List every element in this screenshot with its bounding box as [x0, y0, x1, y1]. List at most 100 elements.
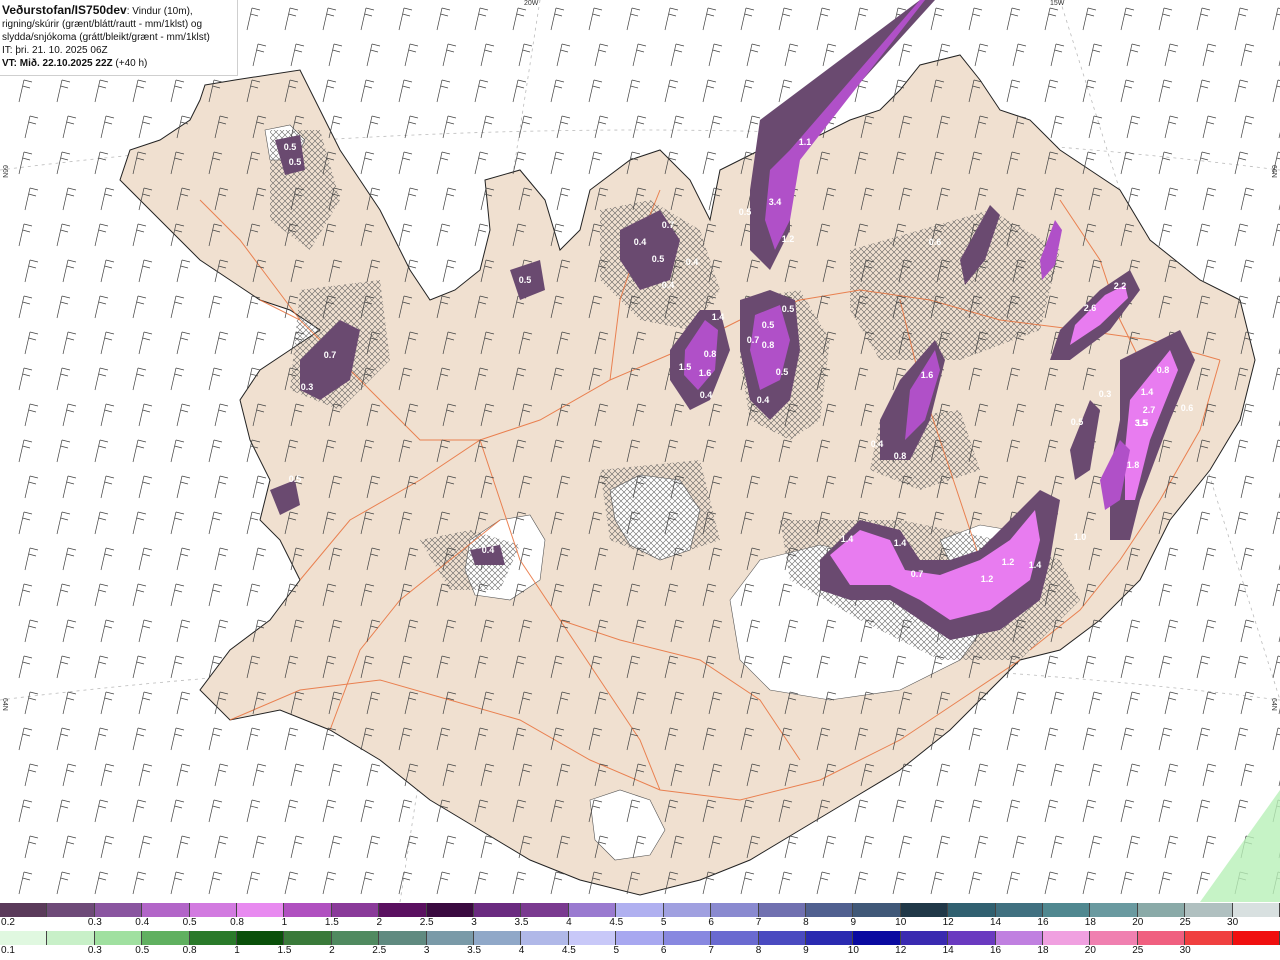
scale-swatch: [189, 903, 238, 917]
scale-swatch: [995, 931, 1043, 945]
precip-value-label: 0.8: [704, 349, 717, 359]
precip-value-label: 1.4: [1029, 560, 1042, 570]
scale-swatch: [900, 903, 949, 917]
scale-label: 7: [755, 917, 762, 928]
scale-swatch: [805, 903, 854, 917]
lon-20w-label: 20W: [524, 0, 539, 7]
scale-swatch: [1137, 903, 1186, 917]
issue-time: IT: þri. 21. 10. 2025 06Z: [2, 45, 108, 56]
scale-label: 5: [613, 945, 620, 956]
scale-label: 10: [895, 917, 907, 928]
scale-label: 25: [1179, 917, 1191, 928]
description-line-2: rigning/skúrir (grænt/blátt/rautt - mm/1…: [2, 19, 203, 30]
precip-value-label: 1.6: [921, 370, 934, 380]
scale-swatch: [663, 903, 712, 917]
scale-label: 6: [708, 917, 714, 928]
scale-label: 0.8: [230, 917, 244, 928]
precip-value-label: 0.5: [289, 157, 302, 167]
scale-swatch: [616, 931, 664, 945]
scale-label: 0.3: [87, 945, 102, 956]
weather-map: 0.5 0.5 0.5 0.4 0.7 0.4 0.5 0.4 0.3 0.7 1.1 3.4 1.2 0…: [0, 0, 1280, 902]
scale-label: 20: [1084, 945, 1096, 956]
scale-swatch: [426, 931, 475, 945]
precip-value-label: 1.4: [894, 538, 907, 548]
scale-swatch: [948, 903, 996, 917]
scale-label: 7: [708, 945, 714, 956]
scale-label: 1.5: [324, 917, 339, 928]
scale-label: 9: [850, 917, 857, 928]
scale-label: 10: [847, 945, 859, 956]
scale-label: 5: [660, 917, 667, 928]
scale-swatch: [1090, 931, 1138, 945]
precip-value-label: 2.2: [1114, 281, 1127, 291]
scale-swatch: [379, 931, 427, 945]
precip-value-label: 1.6: [699, 368, 712, 378]
scale-label: 18: [1084, 917, 1096, 928]
description-line-3: slydda/snjókoma (grátt/bleikt/grænt - mm…: [2, 32, 210, 43]
scale-label: 2: [329, 945, 335, 956]
precip-value-label: 3.4: [769, 197, 782, 207]
rain-color-scale: 0.1 0.3 0.5 0.8 1 1.5 2 2.5 3 3.5 4 4.5 5 6 7 8 9 10 12 14 1…: [0, 931, 1280, 956]
scale-swatch: [284, 903, 332, 917]
precip-value-label: 0.4: [662, 280, 675, 290]
scale-label: 14: [942, 945, 954, 956]
lat-64n-left-label: 64N: [1, 698, 8, 711]
scale-swatch: [995, 903, 1043, 917]
precip-value-label: 0.4: [686, 257, 699, 267]
scale-swatch: [853, 931, 901, 945]
precip-value-label: 0.5: [762, 320, 775, 330]
precip-value-label: 0.5: [1071, 417, 1084, 427]
scale-swatch: [711, 903, 759, 917]
precip-value-label: 0.6: [929, 237, 942, 247]
precip-value-label: 0.3: [1099, 389, 1112, 399]
scale-swatch: [568, 931, 617, 945]
precip-value-label: 0.5: [652, 254, 665, 264]
precip-value-label: 1.1: [799, 137, 812, 147]
snow-scale-labels: 0.2 0.3 0.4 0.5 0.8 1 1.5 2 2.5 3 3.5 4 4.5 5 6 7 8 9 10 12…: [0, 917, 1280, 931]
scale-label: 1: [281, 917, 288, 928]
precip-value-label: 1.4: [712, 312, 725, 322]
scale-swatch: [900, 931, 949, 945]
precip-value-label: 0.5: [519, 275, 532, 285]
precip-value-label: 1.2: [782, 234, 795, 244]
scale-label: 0.1: [1, 945, 15, 956]
scale-swatch: [568, 903, 617, 917]
scale-swatch: [758, 931, 806, 945]
scale-swatch: [474, 903, 522, 917]
precip-value-label: 3.5: [1135, 418, 1148, 428]
description-line-1: : Vindur (10m),: [126, 6, 193, 17]
brand-title: Veðurstofan/IS750dev: [2, 3, 127, 17]
precip-value-label: 0.4: [871, 439, 884, 449]
valid-time: VT: Mið. 22.10.2025 22Z: [2, 58, 113, 69]
lat-66n-left-label: 66N: [1, 165, 8, 178]
scale-label: 6: [660, 945, 667, 956]
scale-label: 4: [518, 945, 525, 956]
snow-color-scale: 0.2 0.3 0.4 0.5 0.8 1 1.5 2 2.5 3 3.5 4 4.5 5 6 7 8 9 10 12…: [0, 903, 1280, 928]
precip-value-label: 0.5: [739, 207, 752, 217]
precip-value-label: 1.8: [1127, 460, 1140, 470]
precip-value-label: 1.2: [981, 574, 994, 584]
scale-swatch: [1090, 903, 1138, 917]
scale-swatch: [0, 931, 48, 945]
scale-label: 16: [1037, 917, 1049, 928]
precip-value-label: 2.7: [1143, 405, 1156, 415]
scale-label: 0.4: [135, 917, 150, 928]
scale-label: 0.5: [182, 917, 197, 928]
scale-swatch: [1232, 903, 1280, 917]
scale-swatch: [142, 903, 190, 917]
precip-value-label: 0.7: [662, 220, 675, 230]
scale-label: 12: [895, 945, 907, 956]
scale-label: 0.5: [135, 945, 150, 956]
lon-15w-label: 15W: [1050, 0, 1065, 7]
scale-swatch: [331, 903, 380, 917]
scale-label: 0.2: [1, 917, 15, 928]
precip-value-label: 0.4: [482, 545, 495, 555]
scale-label: 3: [423, 945, 430, 956]
scale-label: 1: [234, 945, 240, 956]
scale-swatch: [853, 903, 901, 917]
scale-swatch: [284, 931, 332, 945]
scale-swatch: [1137, 931, 1186, 945]
scale-swatch: [237, 903, 285, 917]
precip-value-label: 0.4: [700, 390, 713, 400]
precip-value-label: 0.8: [894, 451, 907, 461]
